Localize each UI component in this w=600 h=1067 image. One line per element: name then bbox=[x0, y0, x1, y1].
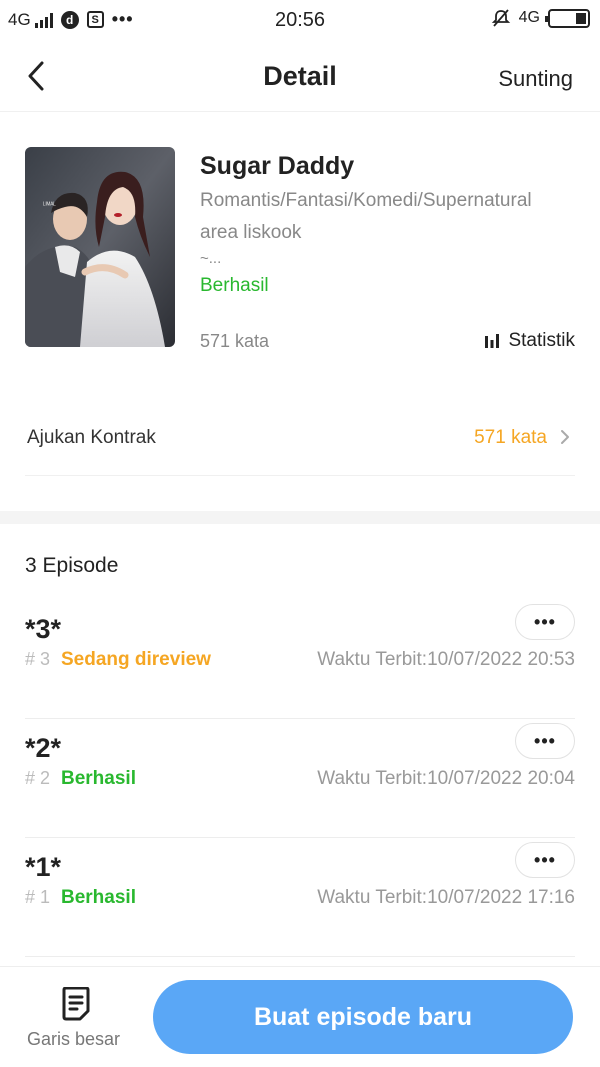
episode-status: Berhasil bbox=[61, 768, 136, 789]
document-list-icon bbox=[62, 987, 90, 1021]
network-indicator-right: 4G bbox=[518, 9, 540, 26]
episode-title: *3* bbox=[25, 614, 62, 644]
episode-item[interactable]: *2* ••• # 2 Berhasil Waktu Terbit:10/07/… bbox=[25, 719, 575, 838]
episode-publish-time: Waktu Terbit:10/07/2022 20:53 bbox=[317, 649, 575, 670]
cover-image: ᴸᴵᴹᴬᴸ bbox=[25, 147, 175, 347]
episode-status: Berhasil bbox=[61, 887, 136, 908]
statistics-label: Statistik bbox=[508, 330, 575, 351]
mute-icon bbox=[491, 9, 510, 27]
episode-item[interactable]: *1* ••• # 1 Berhasil Waktu Terbit:10/07/… bbox=[25, 838, 575, 957]
episode-count: 3 Episode bbox=[25, 554, 119, 577]
book-description: area liskook bbox=[200, 222, 302, 243]
battery-icon bbox=[545, 8, 590, 28]
episode-item[interactable]: *3* ••• # 3 Sedang direview Waktu Terbit… bbox=[25, 600, 575, 719]
episode-status: Sedang direview bbox=[61, 649, 211, 670]
episode-number: # 3 bbox=[25, 649, 51, 669]
chevron-right-icon bbox=[561, 430, 569, 444]
book-word-count: 571 kata bbox=[200, 331, 270, 351]
outline-label: Garis besar bbox=[27, 1029, 121, 1049]
status-bar: 4G d S ••• 20:56 4G bbox=[0, 0, 600, 40]
book-description-more: ~... bbox=[200, 250, 222, 267]
book-title: Sugar Daddy bbox=[200, 152, 355, 180]
episode-number: # 2 bbox=[25, 768, 51, 788]
status-right: 4G bbox=[491, 8, 590, 28]
outline-button[interactable]: Garis besar bbox=[22, 985, 132, 1055]
episode-number: # 1 bbox=[25, 887, 51, 907]
episode-title: *1* bbox=[25, 852, 62, 882]
bar-chart-icon bbox=[485, 334, 500, 348]
episode-title: *2* bbox=[25, 733, 62, 763]
edit-button[interactable]: Sunting bbox=[498, 66, 573, 92]
book-status-badge: Berhasil bbox=[200, 275, 269, 296]
apply-contract-row[interactable]: Ajukan Kontrak 571 kata bbox=[25, 400, 575, 476]
section-divider bbox=[0, 511, 600, 524]
book-genres: Romantis/Fantasi/Komedi/Supernatural bbox=[200, 190, 532, 211]
contract-word-count: 571 kata bbox=[474, 427, 547, 448]
episode-publish-time: Waktu Terbit:10/07/2022 17:16 bbox=[317, 887, 575, 908]
episode-more-button[interactable]: ••• bbox=[515, 723, 575, 759]
statistics-button[interactable]: Statistik bbox=[484, 330, 575, 352]
book-cover[interactable]: ᴸᴵᴹᴬᴸ bbox=[25, 147, 175, 347]
episode-more-button[interactable]: ••• bbox=[515, 842, 575, 878]
svg-text:ᴸᴵᴹᴬᴸ: ᴸᴵᴹᴬᴸ bbox=[43, 201, 56, 209]
episode-publish-time: Waktu Terbit:10/07/2022 20:04 bbox=[317, 768, 575, 789]
top-nav: Detail Sunting bbox=[0, 44, 600, 112]
apply-contract-label: Ajukan Kontrak bbox=[27, 427, 156, 448]
episode-more-button[interactable]: ••• bbox=[515, 604, 575, 640]
create-episode-button[interactable]: Buat episode baru bbox=[153, 980, 573, 1054]
